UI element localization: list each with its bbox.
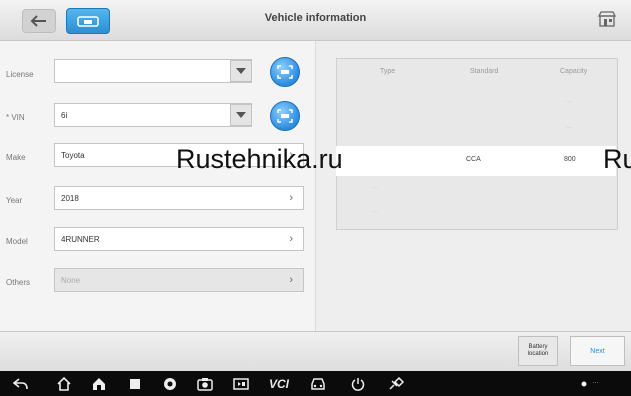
model-value: 4RUNNER [61, 234, 100, 244]
watermark-text: Rustehnika.ru [176, 144, 343, 174]
nav-repair-icon[interactable] [384, 375, 410, 392]
vin-dropdown-button[interactable] [230, 104, 252, 126]
vin-label: * VIN [6, 113, 25, 122]
cell-standard: CCA [466, 156, 481, 163]
others-select[interactable]: None › [54, 268, 304, 292]
table-header-standard: Standard [470, 68, 499, 75]
chevron-down-icon [236, 68, 246, 74]
scan-icon [277, 109, 293, 123]
model-label: Model [6, 237, 28, 246]
license-label: License [6, 70, 34, 79]
faded-row-marker: … [372, 208, 378, 214]
chevron-right-icon: › [289, 274, 293, 286]
cell-capacity: 800 [564, 156, 576, 163]
page-title: Vehicle information [264, 12, 367, 24]
nav-camera-icon[interactable] [192, 375, 218, 392]
table-header-capacity: Capacity [560, 68, 588, 75]
year-select[interactable]: 2018 › [54, 186, 304, 210]
model-select[interactable]: 4RUNNER › [54, 227, 304, 251]
status-dot-icon [578, 375, 590, 392]
faded-row-marker: … [372, 184, 378, 190]
others-label: Others [6, 278, 31, 287]
nav-back-icon[interactable] [8, 375, 34, 392]
table-header-type: Type [380, 68, 396, 75]
license-dropdown-button[interactable] [230, 60, 252, 82]
vin-scan-button[interactable] [270, 101, 300, 131]
nav-launcher-icon[interactable] [86, 375, 112, 392]
chevron-down-icon [236, 112, 246, 118]
next-button[interactable]: Next [570, 336, 625, 366]
nav-car-icon[interactable] [305, 375, 331, 392]
nav-recents-icon[interactable] [122, 375, 148, 392]
faded-row-marker: … [566, 124, 572, 130]
nav-power-icon[interactable] [345, 375, 371, 392]
make-label: Make [6, 153, 26, 162]
chevron-right-icon: › [289, 233, 293, 245]
faded-row-marker: … [566, 98, 572, 104]
vin-input[interactable]: 6i [54, 103, 252, 127]
license-scan-button[interactable] [270, 57, 300, 87]
vci-icon[interactable]: VCI [262, 375, 296, 392]
status-clock: … [592, 378, 599, 385]
nav-browser-icon[interactable] [157, 375, 183, 392]
chevron-right-icon: › [289, 192, 293, 204]
others-value: None [61, 275, 81, 285]
license-input[interactable] [54, 59, 252, 83]
year-value: 2018 [61, 193, 79, 203]
battery-table [336, 58, 618, 230]
nav-home-icon[interactable] [51, 375, 77, 392]
watermark-text-edge: Ru [603, 144, 631, 174]
year-label: Year [6, 196, 23, 205]
scan-icon [277, 65, 293, 79]
battery-location-button[interactable]: Battery location [518, 336, 558, 366]
store-icon[interactable] [597, 10, 617, 28]
make-value: Toyota [61, 150, 85, 160]
nav-screen-record-icon[interactable] [228, 375, 254, 392]
